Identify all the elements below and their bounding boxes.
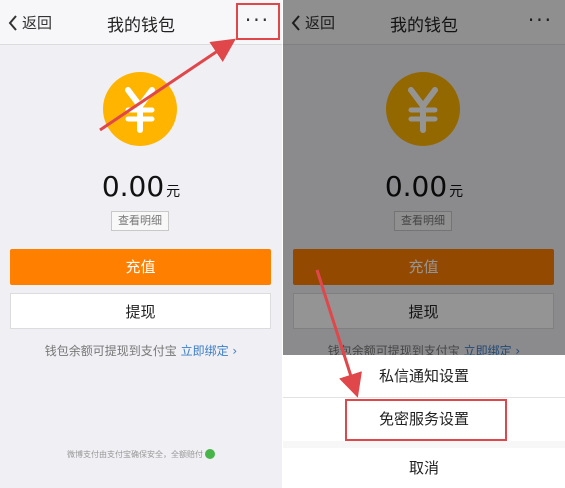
arrow-to-password-free (315, 269, 362, 398)
screenshot-stage: 返回 我的钱包 ··· 0.00 元 查看明细 充值 提现 钱包余额可提现到支付宝… (0, 0, 565, 488)
annotation-arrows (99, 38, 362, 398)
arrow-to-more (99, 38, 236, 132)
